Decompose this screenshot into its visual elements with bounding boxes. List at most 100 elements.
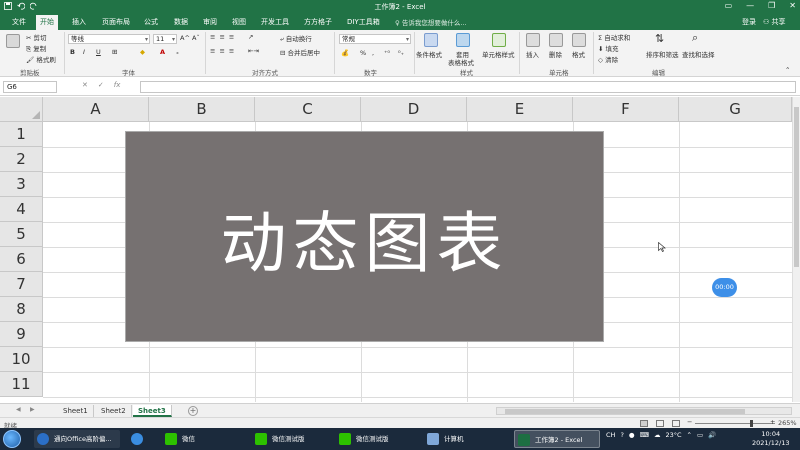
row-header-3[interactable]: 3 [0,172,43,197]
sort-filter-icon[interactable]: ⇅ [655,32,664,45]
row-header-8[interactable]: 8 [0,297,43,322]
delete-cells-icon[interactable] [549,33,563,47]
row-header-5[interactable]: 5 [0,222,43,247]
zoom-slider[interactable] [695,423,775,424]
minimize-icon[interactable]: — [746,1,754,10]
format-button[interactable]: 格式 [572,49,585,59]
volume-icon[interactable]: 🔊 [708,431,716,439]
fill-color-icon[interactable]: ◆ [140,48,145,56]
help-icon[interactable]: ? [620,431,623,439]
currency-icon[interactable]: 💰 [341,49,349,57]
row-header-11[interactable]: 11 [0,372,43,397]
login-button[interactable]: 登录 [742,17,756,27]
tab-developer[interactable]: 开发工具 [257,16,293,28]
column-header-a[interactable]: A [43,97,149,122]
conditional-format-icon[interactable] [424,33,438,47]
increase-decimal-icon[interactable]: ⁺⁰ [384,49,390,57]
cell-styles-icon[interactable] [492,33,506,47]
tab-insert[interactable]: 插入 [68,16,90,28]
underline-button[interactable]: U [96,48,101,56]
cell-styles-button[interactable]: 单元格样式 [482,49,515,59]
number-format-select[interactable]: 常规 [339,34,411,44]
clear-button[interactable]: ◇ 清除 [598,54,618,64]
taskbar-item-wechat[interactable]: 微信 [162,430,232,448]
row-header-9[interactable]: 9 [0,322,43,347]
copy-button[interactable]: ⎘ 复制 [26,43,46,54]
tray-arrow-icon[interactable]: ⌃ [687,431,692,439]
sort-filter-button[interactable]: 排序和筛选 [646,49,679,59]
tab-home[interactable]: 开始 [36,15,58,30]
timer-badge[interactable]: 00:00 [712,278,737,297]
column-header-c[interactable]: C [255,97,361,122]
insert-cells-icon[interactable] [526,33,540,47]
insert-button[interactable]: 插入 [526,49,539,59]
autosum-button[interactable]: Σ 自动求和 [598,32,630,42]
zoom-in-icon[interactable]: + [770,418,775,426]
normal-view-icon[interactable] [640,420,648,427]
zoom-slider-knob[interactable] [750,420,753,427]
column-header-g[interactable]: G [679,97,792,122]
row-header-6[interactable]: 6 [0,247,43,272]
start-button-icon[interactable] [3,430,21,448]
row-header-1[interactable]: 1 [0,122,43,147]
fx-button[interactable]: fx [114,81,121,89]
taskbar-item-wechat-beta-2[interactable]: 微信测试版 [336,430,416,448]
scroll-thumb[interactable] [505,409,745,414]
vertical-align-icons[interactable]: ≡≡≡ [210,33,238,41]
tab-view[interactable]: 视图 [228,16,250,28]
wen-icon[interactable]: ₓ [176,48,179,56]
shrink-font-icon[interactable]: Aˇ [192,34,200,42]
tray-lang[interactable]: CH [606,431,615,439]
font-name-select[interactable]: 等线 [68,34,150,44]
page-break-view-icon[interactable] [672,420,680,427]
format-cells-icon[interactable] [572,33,586,47]
grow-font-icon[interactable]: A^ [180,34,190,42]
tab-page-layout[interactable]: 页面布局 [98,16,134,28]
scroll-thumb[interactable] [794,107,799,267]
taskbar-item-excel[interactable]: 工作簿2 - Excel [514,430,600,448]
vertical-scrollbar[interactable] [792,97,800,402]
weather-icon[interactable]: ☁ [654,431,661,439]
next-sheet-icon[interactable]: ▶ [30,406,35,413]
magnifier-icon[interactable]: ⌕ [692,31,698,45]
tab-formulas[interactable]: 公式 [140,16,162,28]
conditional-format-button[interactable]: 条件格式 [416,49,442,59]
comma-icon[interactable]: , [372,49,374,57]
add-sheet-icon[interactable]: + [188,406,198,416]
sheet-tab-2[interactable]: Sheet2 [96,405,132,417]
taskbar-item-browser[interactable]: 通向Office高阶偏... [34,430,120,448]
wrap-text-button[interactable]: ⤶ 自动换行 [280,33,312,44]
enter-icon[interactable]: ✓ [98,81,104,89]
network-icon[interactable]: ▭ [697,431,703,439]
find-select-button[interactable]: 查找和选择 [682,49,715,59]
prev-sheet-icon[interactable]: ◀ [16,406,21,413]
column-header-b[interactable]: B [149,97,255,122]
format-painter-button[interactable]: 🖌 格式刷 [26,54,56,64]
row-header-10[interactable]: 10 [0,347,43,372]
border-icon[interactable]: ⊞ [112,48,117,56]
table-format-icon[interactable] [456,33,470,47]
user-icon[interactable]: ● [629,431,635,439]
select-all-button[interactable] [0,97,43,122]
column-header-d[interactable]: D [361,97,467,122]
table-format-button-line2[interactable]: 表格格式 [448,57,474,67]
sheet-tab-3[interactable]: Sheet3 [133,405,172,417]
fill-button[interactable]: ⬇ 填充 [598,43,619,53]
decrease-decimal-icon[interactable]: ⁰₊ [398,49,404,57]
page-layout-view-icon[interactable] [656,420,664,427]
tab-file[interactable]: 文件 [8,16,30,28]
font-color-icon[interactable]: A [160,48,165,56]
merge-center-button[interactable]: ⊟ 合并后居中 [280,47,320,57]
cancel-icon[interactable]: ✕ [82,81,88,89]
indent-icon[interactable]: ⇤⇥ [248,47,259,55]
collapse-ribbon-icon[interactable]: ⌃ [785,66,790,74]
zoom-level[interactable]: 265% [778,419,797,427]
name-box[interactable]: G6 [3,81,57,93]
tab-fangfang[interactable]: 方方格子 [300,16,336,28]
font-size-select[interactable]: 11 [153,34,177,44]
row-header-2[interactable]: 2 [0,147,43,172]
cut-button[interactable]: ✂ 剪切 [26,32,47,42]
horizontal-scrollbar[interactable] [496,407,792,415]
sheet-tab-1[interactable]: Sheet1 [58,405,94,417]
tab-diy-toolbox[interactable]: DIY工具箱 [343,16,384,28]
